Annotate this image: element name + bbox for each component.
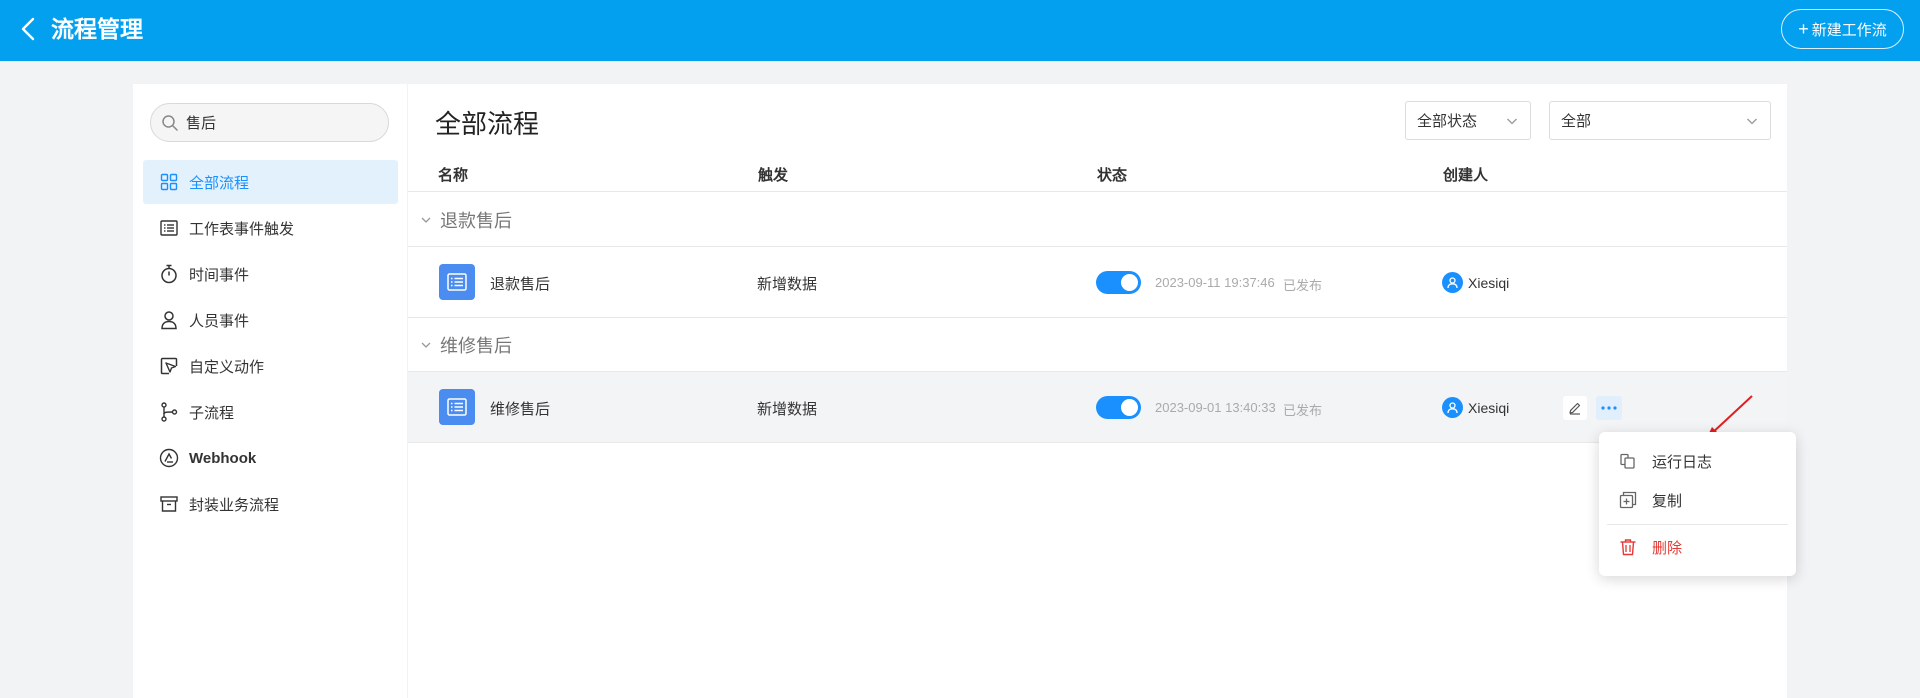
sidebar-item-label: 时间事件 — [189, 266, 250, 284]
table-header: 名称 触发 状态 创建人 — [408, 156, 1787, 192]
table-row[interactable]: 退款售后 新增数据 2023-09-11 19:37:46 已发布 Xiesiq… — [408, 247, 1787, 318]
group-label: 维修售后 — [440, 335, 512, 356]
pencil-icon — [1569, 402, 1581, 415]
more-actions-menu: 运行日志 复制 删除 — [1599, 432, 1796, 576]
trigger-type: 新增数据 — [757, 401, 818, 418]
publish-time: 2023-09-11 19:37:46 — [1155, 275, 1275, 290]
search-input[interactable] — [186, 114, 366, 131]
sidebar-item-label: 人员事件 — [189, 312, 250, 330]
list-icon — [159, 218, 179, 238]
menu-item-label: 运行日志 — [1652, 453, 1713, 471]
user-icon — [1447, 402, 1458, 414]
grid-icon — [159, 172, 179, 192]
column-header-creator: 创建人 — [1443, 167, 1489, 184]
sidebar-item-label: 子流程 — [189, 404, 235, 422]
chevron-down-icon — [1747, 118, 1757, 125]
sidebar-item-worksheet-events[interactable]: 工作表事件触发 — [143, 206, 398, 250]
status-filter-select[interactable]: 全部状态 — [1405, 101, 1531, 140]
sidebar-item-label: 自定义动作 — [189, 358, 265, 376]
back-button[interactable] — [18, 14, 42, 44]
table-row[interactable]: 维修售后 新增数据 2023-09-01 13:40:33 已发布 Xiesiq… — [408, 372, 1787, 443]
sidebar-item-label: 全部流程 — [189, 174, 250, 192]
menu-item-run-log[interactable]: 运行日志 — [1607, 443, 1788, 479]
search-box — [150, 103, 389, 142]
copy-icon — [1617, 489, 1639, 511]
sidebar-item-time-events[interactable]: 时间事件 — [143, 252, 398, 296]
worksheet-icon — [439, 389, 475, 425]
plus-icon: + — [1798, 19, 1809, 39]
publish-time: 2023-09-01 13:40:33 — [1155, 400, 1276, 415]
sidebar: 全部流程 工作表事件触发 时间事件 人员事件 自定义动作 子流程 — [133, 84, 407, 698]
menu-item-label: 复制 — [1652, 492, 1683, 510]
creator-name: Xiesiqi — [1468, 275, 1510, 291]
trash-icon — [1617, 536, 1639, 558]
log-icon — [1617, 450, 1639, 472]
sidebar-item-label: 封装业务流程 — [189, 496, 280, 514]
sidebar-item-webhook[interactable]: Webhook — [143, 436, 398, 480]
group-label: 退款售后 — [440, 210, 512, 231]
enable-toggle[interactable] — [1096, 396, 1141, 419]
avatar — [1442, 272, 1463, 293]
menu-item-delete[interactable]: 删除 — [1607, 529, 1788, 565]
section-title: 全部流程 — [435, 109, 540, 139]
sidebar-item-custom-action[interactable]: 自定义动作 — [143, 344, 398, 388]
branch-icon — [159, 402, 179, 422]
menu-item-label: 删除 — [1652, 539, 1683, 557]
new-workflow-label: 新建工作流 — [1811, 21, 1887, 39]
workflow-name[interactable]: 维修售后 — [490, 398, 550, 419]
chevron-left-icon — [21, 17, 35, 41]
sidebar-item-label: Webhook — [189, 449, 257, 467]
chevron-down-icon — [421, 342, 431, 348]
sidebar-item-packaged-process[interactable]: 封装业务流程 — [143, 482, 398, 526]
search-icon — [162, 114, 178, 131]
menu-item-copy[interactable]: 复制 — [1607, 482, 1788, 518]
sidebar-item-all-workflows[interactable]: 全部流程 — [143, 160, 398, 204]
group-header[interactable]: 维修售后 — [408, 318, 1787, 372]
trigger-type: 新增数据 — [757, 276, 818, 293]
status-text: 已发布 — [1283, 403, 1323, 418]
column-header-name: 名称 — [438, 167, 469, 184]
scope-filter-value: 全部 — [1561, 113, 1592, 130]
status-filter-value: 全部状态 — [1417, 113, 1478, 130]
workflow-name[interactable]: 退款售后 — [490, 273, 550, 294]
person-icon — [159, 310, 179, 330]
column-header-status: 状态 — [1097, 167, 1128, 184]
top-bar: 流程管理 + 新建工作流 — [0, 0, 1920, 61]
new-workflow-button[interactable]: + 新建工作流 — [1781, 9, 1904, 49]
group-header[interactable]: 退款售后 — [408, 193, 1787, 247]
chevron-down-icon — [1507, 118, 1517, 125]
sidebar-item-subprocess[interactable]: 子流程 — [143, 390, 398, 434]
webhook-icon — [159, 448, 179, 468]
worksheet-icon — [439, 264, 475, 300]
avatar — [1442, 397, 1463, 418]
scope-filter-select[interactable]: 全部 — [1549, 101, 1771, 140]
menu-divider — [1607, 524, 1788, 525]
main-panel: 全部流程 全部状态 全部 名称 触发 状态 创建人 退款售后 退款售后 新增数据… — [408, 84, 1787, 698]
enable-toggle[interactable] — [1096, 271, 1141, 294]
sidebar-item-person-events[interactable]: 人员事件 — [143, 298, 398, 342]
more-dots-icon — [1601, 406, 1617, 410]
page-title: 流程管理 — [51, 16, 143, 42]
stopwatch-icon — [159, 264, 179, 284]
more-button[interactable] — [1596, 396, 1622, 420]
column-header-trigger: 触发 — [758, 167, 789, 184]
chevron-down-icon — [421, 217, 431, 223]
archive-icon — [159, 494, 179, 514]
status-text: 已发布 — [1283, 278, 1323, 293]
sidebar-item-label: 工作表事件触发 — [189, 220, 295, 238]
user-icon — [1447, 277, 1458, 289]
edit-button[interactable] — [1563, 396, 1587, 420]
creator-name: Xiesiqi — [1468, 400, 1510, 416]
cursor-icon — [159, 356, 179, 376]
